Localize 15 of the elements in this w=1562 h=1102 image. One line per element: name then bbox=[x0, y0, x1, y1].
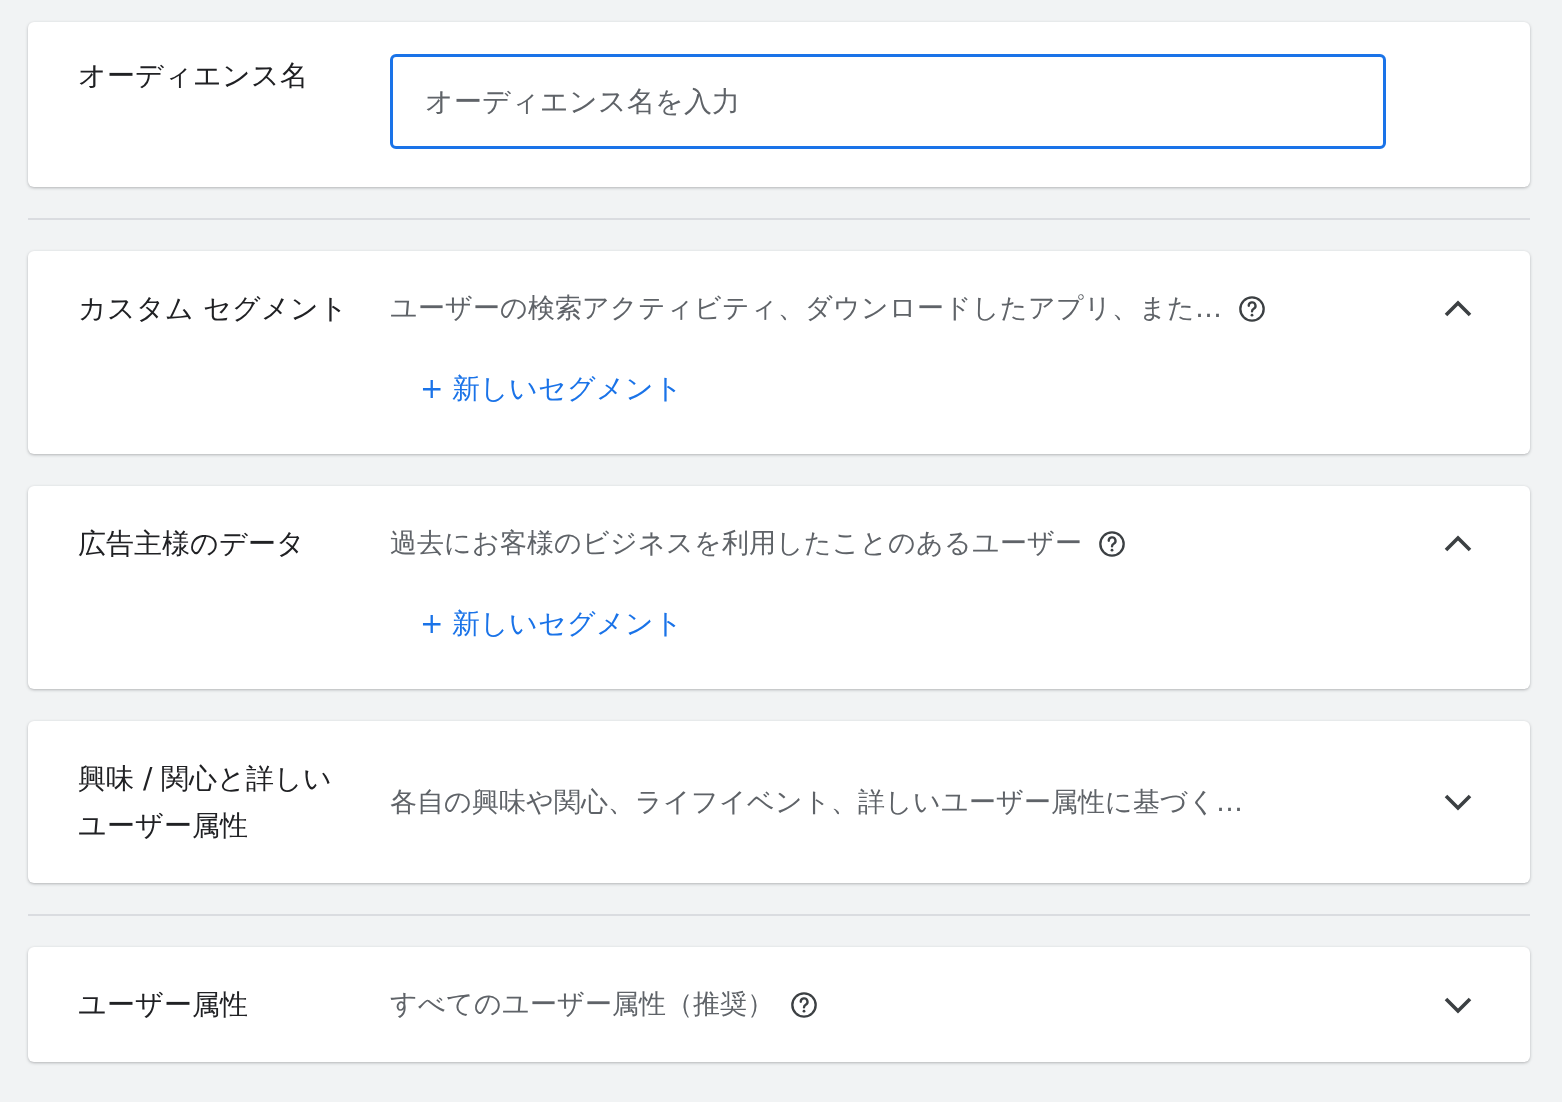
section-title: ユーザー属性 bbox=[78, 987, 249, 1023]
section-description: すべてのユーザー属性（推奨） bbox=[390, 987, 774, 1022]
section-title: カスタム セグメント bbox=[78, 291, 349, 327]
help-icon[interactable] bbox=[1098, 529, 1126, 558]
section-title: 興味 / 関心と詳しいユーザー属性 bbox=[78, 761, 334, 844]
name-input-field[interactable]: オーディエンス名を入力 bbox=[390, 54, 1386, 149]
section-title: 広告主様のデータ bbox=[78, 526, 306, 562]
new-segment-link[interactable]: + 新しいセグメント bbox=[420, 603, 684, 645]
help-icon[interactable] bbox=[790, 990, 818, 1019]
field-label: オーディエンス名 bbox=[78, 58, 309, 94]
new-segment-link[interactable]: + 新しいセグメント bbox=[420, 368, 684, 410]
section-description: ユーザーの検索アクティビティ、ダウンロードしたアプリ、また… bbox=[390, 291, 1222, 326]
section-description: 過去にお客様のビジネスを利用したことのあるユーザー bbox=[390, 526, 1082, 561]
section-description: 各自の興味や関心、ライフイベント、詳しいユーザー属性に基づく… bbox=[390, 784, 1243, 819]
help-icon[interactable] bbox=[1238, 294, 1266, 323]
